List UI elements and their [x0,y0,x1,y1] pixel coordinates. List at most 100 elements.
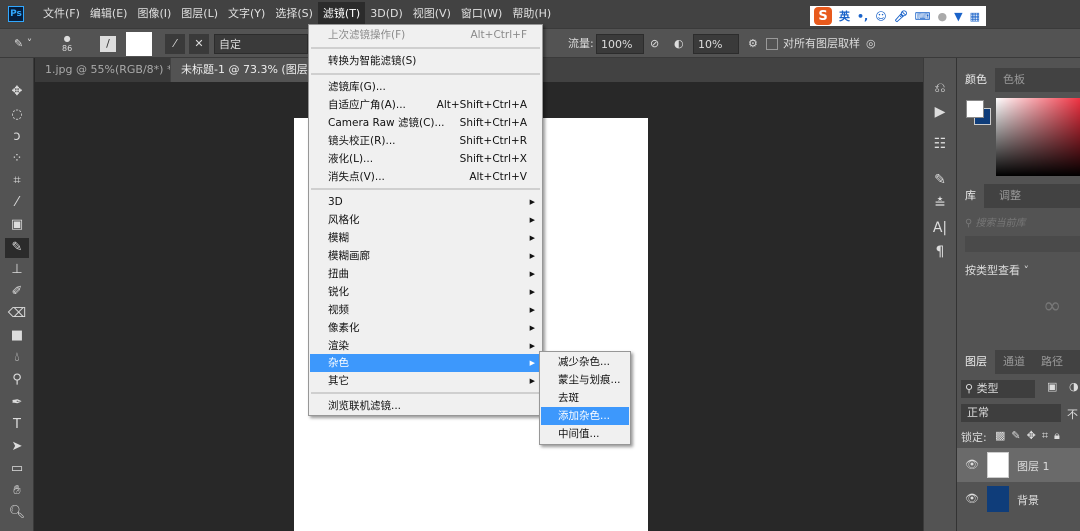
menu-item-reduce-noise[interactable]: 减少杂色... [541,353,629,371]
paragraph-icon[interactable]: ¶ [928,244,952,260]
menu-item-convert-smart[interactable]: 转换为智能滤镜(S) [310,52,541,70]
menu-item-sharpen[interactable]: 锐化▶ [310,283,541,301]
preset-select[interactable]: 自定 [214,34,308,54]
brush-tool-icon[interactable]: ✎ ˅ [14,34,32,54]
library-view-select[interactable]: 按类型查看 ˅ [965,262,1029,278]
menu-type[interactable]: 文字(Y) [223,2,270,26]
tab-paths[interactable]: 路径 [1033,350,1071,374]
properties-icon[interactable]: ☷ [928,136,952,152]
stamp-tool-icon[interactable]: ⊥ [5,260,29,280]
foreground-swatch[interactable] [126,32,152,56]
lasso-tool-icon[interactable]: ↄ [5,127,29,147]
menu-item-pixelate[interactable]: 像素化▶ [310,319,541,337]
crop-tool-icon[interactable]: ⌗ [5,171,29,191]
history-brush-icon[interactable]: ✐ [5,282,29,302]
brush-panel-icon[interactable]: / [100,36,116,52]
adjustment-filter-icon[interactable]: ◑ [1069,380,1079,393]
gear-icon[interactable]: ⚙ [748,34,758,54]
rectangle-tool-icon[interactable]: ▭ [5,459,29,479]
eyedropper-icon[interactable]: ⁄ [5,193,29,213]
menu-item-filter-gallery[interactable]: 滤镜库(G)... [310,78,541,96]
menu-item-distort[interactable]: 扭曲▶ [310,265,541,283]
angle-icon[interactable]: ◐ [674,34,684,54]
foreground-color[interactable] [966,100,984,118]
menu-item-3d[interactable]: 3D▶ [310,193,541,211]
brush-settings-icon[interactable]: ✎ [928,172,952,188]
tab-swatches[interactable]: 色板 [995,68,1033,92]
skin-icon[interactable]: ▼ [954,10,962,23]
healing-brush-icon[interactable]: ▣ [5,215,29,235]
adjust-icon[interactable]: ≛ [928,196,952,212]
tab-channels[interactable]: 通道 [995,350,1033,374]
move-tool-icon[interactable]: ✥ [5,82,29,102]
menu-item-liquify[interactable]: 液化(L)...Shift+Ctrl+X [310,150,541,168]
blend-mode-select[interactable]: 正常 [961,404,1061,422]
menu-3d[interactable]: 3D(D) [365,2,408,26]
sample-all-checkbox[interactable] [766,38,778,50]
hand-tool-icon[interactable]: ✋︎ [5,481,29,501]
menu-item-render[interactable]: 渲染▶ [310,337,541,355]
menu-item-last-filter[interactable]: 上次滤镜操作(F)Alt+Ctrl+F [310,26,541,44]
menu-item-other[interactable]: 其它▶ [310,372,541,390]
menu-window[interactable]: 窗口(W) [456,2,507,26]
menu-item-stylize[interactable]: 风格化▶ [310,211,541,229]
brush-tool-icon[interactable]: ✎ [5,238,29,258]
menu-help[interactable]: 帮助(H) [507,2,556,26]
menu-select[interactable]: 选择(S) [270,2,318,26]
eye-icon[interactable]: 👁︎ [965,492,979,505]
erase-icon[interactable]: ✕ [189,34,209,54]
keyboard-icon[interactable]: ⌨ [915,10,931,23]
pressure-size-icon[interactable]: ◎ [866,34,876,54]
eye-icon[interactable]: 👁︎ [965,458,979,471]
menu-item-browse-online[interactable]: 浏览联机滤镜... [310,397,541,415]
menu-item-blur[interactable]: 模糊▶ [310,229,541,247]
character-icon[interactable]: A| [928,220,952,236]
airbrush-icon[interactable]: ⁄ [165,34,185,54]
layer-row-1[interactable]: 👁︎ 图层 1 [957,448,1080,482]
path-select-icon[interactable]: ➤ [5,437,29,457]
quick-select-icon[interactable]: ⁘ [5,149,29,169]
tab-1jpg[interactable]: 1.jpg @ 55%(RGB/8*) * × [35,58,170,82]
tab-library[interactable]: 库 [957,184,984,208]
actions-play-icon[interactable]: ▶ [928,104,952,120]
grid-icon[interactable]: ▦ [970,10,980,23]
menu-item-median[interactable]: 中间值... [541,425,629,443]
type-tool-icon[interactable]: T [5,415,29,435]
flow-input[interactable]: 100% [596,34,644,54]
marquee-tool-icon[interactable]: ◌ [5,105,29,125]
tab-layers[interactable]: 图层 [957,350,995,374]
menu-item-video[interactable]: 视频▶ [310,301,541,319]
tab-untitled-1[interactable]: 未标题-1 @ 73.3% (图层 1, [171,58,311,82]
menu-item-noise[interactable]: 杂色▶ [310,354,541,372]
blur-tool-icon[interactable]: 💧︎ [5,348,29,368]
menu-item-adaptive-wide[interactable]: 自适应广角(A)...Alt+Shift+Ctrl+A [310,96,541,114]
user-icon[interactable]: ● [938,10,948,23]
brush-preset-picker[interactable]: ●86 [62,34,72,54]
smoothing-input[interactable]: 10% [693,34,739,54]
gradient-icon[interactable]: ■ [5,326,29,346]
tab-adjustments[interactable]: 调整 [991,184,1029,208]
zoom-tool-icon[interactable]: 🔍︎ [5,503,29,523]
history-icon[interactable]: ⎌ [928,80,952,96]
dodge-tool-icon[interactable]: ⚲ [5,370,29,390]
pen-tool-icon[interactable]: ✒ [5,393,29,413]
menu-file[interactable]: 文件(F) [38,2,85,26]
eraser-icon[interactable]: ⌫ [5,304,29,324]
image-filter-icon[interactable]: ▣ [1047,380,1057,393]
color-picker-field[interactable] [996,98,1080,176]
menu-filter[interactable]: 滤镜(T) [318,2,365,26]
layer-row-background[interactable]: 👁︎ 背景 [957,482,1080,516]
library-select[interactable] [965,236,1080,252]
menu-item-despeckle[interactable]: 去斑 [541,389,629,407]
ime-mode[interactable]: 英 [839,8,850,24]
menu-item-blur-gallery[interactable]: 模糊画廊▶ [310,247,541,265]
emoji-icon[interactable]: ☺ [875,10,886,23]
menu-layer[interactable]: 图层(L) [176,2,223,26]
tab-color[interactable]: 颜色 [957,68,995,92]
menu-edit[interactable]: 编辑(E) [85,2,133,26]
microphone-icon[interactable]: 🎤︎ [894,10,908,23]
menu-image[interactable]: 图像(I) [132,2,176,26]
layer-filter-select[interactable]: ⚲ 类型 [961,380,1035,398]
library-search[interactable]: ⚲ 搜索当前库 [965,214,1026,229]
menu-item-dust-scratches[interactable]: 蒙尘与划痕... [541,371,629,389]
